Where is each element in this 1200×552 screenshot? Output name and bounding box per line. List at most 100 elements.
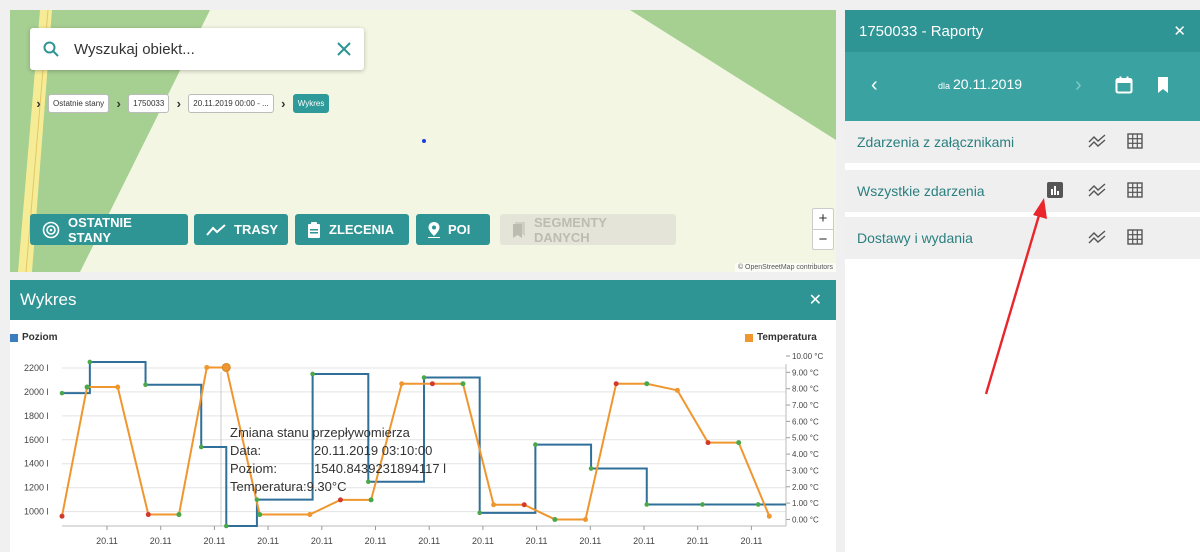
data-point-temperatura [766,513,772,519]
tooltip-title: Zmiana stanu przepływomierza [230,425,410,440]
tooltip-temp-value: 9.30°C [306,479,347,494]
data-point-temperatura [145,512,151,518]
y-right-tick-label: 3.00 °C [792,466,819,475]
data-point-temperatura [705,440,711,446]
bar-chart-icon[interactable] [1047,182,1063,198]
data-point-poziom [477,510,482,516]
data-point-poziom [755,502,761,507]
data-point-temperatura [257,512,263,518]
x-tick-label: 20.11 [687,536,709,546]
report-row-zdarzenia-z-zalacznikami[interactable]: Zdarzenia z załącznikami [845,121,1200,163]
y-left-tick-label: 1200 l [24,483,49,493]
trend-icon[interactable] [1088,134,1106,148]
data-point-poziom [421,375,427,380]
data-point-temperatura [307,512,313,518]
data-point-temperatura [736,440,742,446]
data-point-temperatura [59,513,65,519]
table-icon[interactable] [1127,229,1143,245]
data-point-poziom [198,444,204,450]
date-prefix: dla [938,81,951,91]
tooltip-level-value: 1540.8439231894117 l [314,461,447,476]
x-tick-label: 20.11 [203,536,225,546]
data-point-temperatura [368,497,374,503]
y-left-tick-label: 1800 l [24,411,49,421]
data-point-poziom [59,390,65,396]
y-right-tick-label: 9.00 °C [792,368,819,377]
bookmark-icon[interactable] [1157,77,1169,93]
data-point-temperatura [583,516,589,522]
x-tick-label: 20.11 [740,536,762,546]
x-tick-label: 20.11 [633,536,655,546]
selected-date: 20.11.2019 [953,76,1023,92]
date-navigator: ‹ dla 20.11.2019 › [845,52,1200,124]
y-right-tick-label: 10.00 °C [792,352,823,361]
x-tick-label: 20.11 [418,536,440,546]
data-point-poziom [700,502,705,507]
data-point-poziom [223,523,229,529]
data-point-temperatura [674,387,680,393]
data-point-temperatura [644,381,650,387]
y-right-tick-label: 4.00 °C [792,450,819,459]
calendar-icon[interactable] [1115,76,1133,94]
data-point-poziom [254,497,260,502]
y-right-tick-label: 7.00 °C [792,401,819,410]
chart-tooltip: Zmiana stanu przepływomierza Data: 20.11… [230,424,446,496]
previous-day-button[interactable]: ‹ [871,74,878,97]
x-tick-label: 20.11 [365,536,387,546]
data-point-temperatura [337,497,343,503]
y-left-tick-label: 1400 l [24,459,49,469]
data-point-temperatura [84,384,90,390]
tooltip-date-label: Data: [230,443,262,458]
y-left-tick-label: 2000 l [24,387,49,397]
data-point-temperatura [176,512,182,518]
table-icon[interactable] [1127,182,1143,198]
x-tick-label: 20.11 [150,536,172,546]
report-row-label: Wszystkie zdarzenia [857,183,985,199]
data-point-temperatura [429,381,435,387]
x-tick-label: 20.11 [311,536,333,546]
data-point-poziom [588,466,594,471]
x-tick-label: 20.11 [526,536,548,546]
tooltip-date-value: 20.11.2019 03:10:00 [314,443,433,458]
report-row-label: Dostawy i wydania [857,230,973,246]
data-point-poziom [87,359,93,365]
next-day-button[interactable]: › [1075,74,1082,97]
close-reports-button[interactable]: ✕ [1173,22,1186,40]
data-point-temperatura [521,502,527,508]
y-right-tick-label: 5.00 °C [792,434,819,443]
reports-panel: 1750033 - Raporty ✕ ‹ dla 20.11.2019 › Z… [845,10,1200,552]
tooltip-temp-label: Temperatura: [230,479,307,494]
reports-header: 1750033 - Raporty ✕ [845,10,1200,52]
data-point-poziom [533,442,538,447]
y-right-tick-label: 0.00 °C [792,515,819,524]
x-tick-label: 20.11 [472,536,494,546]
reports-title: 1750033 - Raporty [859,22,984,40]
y-right-tick-label: 6.00 °C [792,417,819,426]
data-point-temperatura [613,381,619,387]
x-tick-label: 20.11 [96,536,118,546]
data-point-poziom [310,371,315,377]
x-tick-label: 20.11 [257,536,279,546]
data-point-temperatura [399,381,405,387]
y-right-tick-label: 2.00 °C [792,483,819,492]
trend-icon[interactable] [1088,183,1106,197]
highlighted-point [221,362,231,372]
x-tick-label: 20.11 [579,536,601,546]
y-left-tick-label: 1000 l [24,507,49,517]
data-point-poziom [644,502,650,507]
report-row-label: Zdarzenia z załącznikami [857,134,1015,150]
data-point-temperatura [115,384,121,390]
data-point-temperatura [204,364,210,370]
y-right-tick-label: 8.00 °C [792,385,819,394]
data-point-temperatura [491,502,497,508]
table-icon[interactable] [1127,133,1143,149]
report-row-dostawy-i-wydania[interactable]: Dostawy i wydania [845,217,1200,259]
data-point-poziom [143,382,148,388]
data-point-temperatura [460,381,466,387]
y-right-tick-label: 1.00 °C [792,499,819,508]
y-left-tick-label: 1600 l [24,435,49,445]
trend-icon[interactable] [1088,230,1106,244]
report-row-wszystkie-zdarzenia[interactable]: Wszystkie zdarzenia [845,170,1200,212]
tooltip-level-label: Poziom: [230,461,277,476]
data-point-temperatura [552,516,558,522]
